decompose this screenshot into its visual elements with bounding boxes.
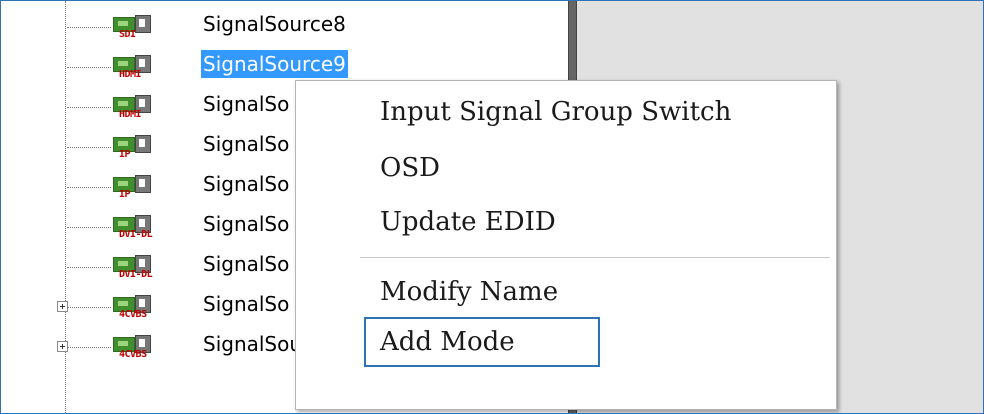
menu-item-input-signal-group-switch[interactable]: Input Signal Group Switch <box>380 97 731 127</box>
tree-node-label-selected[interactable]: SignalSource9 <box>201 50 348 78</box>
4cvbs-card-icon: 4CVBS <box>113 331 193 365</box>
tree-branch-line <box>67 67 111 68</box>
tree-branch-line <box>67 227 111 228</box>
expand-plus-icon[interactable] <box>57 341 68 352</box>
tree-branch-line <box>67 267 111 268</box>
menu-item-add-mode[interactable]: Add Mode <box>380 327 515 357</box>
tree-node-label[interactable]: SignalSource8 <box>201 10 348 38</box>
context-menu: Input Signal Group Switch OSD Update EDI… <box>295 80 837 410</box>
tree-branch-line <box>67 307 111 308</box>
ip-card-icon: IP <box>113 131 193 165</box>
tree-node-label[interactable]: SignalSo <box>201 170 291 198</box>
ip-card-icon: IP <box>113 171 193 205</box>
tree-node-label[interactable]: SignalSo <box>201 130 291 158</box>
tree-branch-line <box>67 347 111 348</box>
expand-plus-icon[interactable] <box>57 301 68 312</box>
tree-node-label[interactable]: SignalSo <box>201 90 291 118</box>
tree-branch-line <box>67 147 111 148</box>
4cvbs-card-icon: 4CVBS <box>113 291 193 325</box>
tree-branch-line <box>67 27 111 28</box>
tree-node-label[interactable]: SignalSo <box>201 250 291 278</box>
menu-separator <box>360 257 830 258</box>
hdmi-card-icon: HDMI <box>113 51 193 85</box>
tree-branch-line <box>67 187 111 188</box>
tree-branch-line <box>67 107 111 108</box>
tree-node-label[interactable]: SignalSo <box>201 290 291 318</box>
tree-node-signalsource8[interactable]: SDI SignalSource8 <box>9 7 569 47</box>
tree-node-label[interactable]: SignalSo <box>201 210 291 238</box>
hdmi-card-icon: HDMI <box>113 91 193 125</box>
menu-item-modify-name[interactable]: Modify Name <box>380 277 558 307</box>
sdi-card-icon: SDI <box>113 11 193 45</box>
menu-item-osd[interactable]: OSD <box>380 153 440 183</box>
dvi-dl-card-icon: DVI-DL <box>113 251 193 285</box>
dvi-dl-card-icon: DVI-DL <box>113 211 193 245</box>
menu-item-update-edid[interactable]: Update EDID <box>380 207 556 237</box>
application-frame: SDI SignalSource8 HDMI SignalSource9 HDM… <box>0 0 984 414</box>
